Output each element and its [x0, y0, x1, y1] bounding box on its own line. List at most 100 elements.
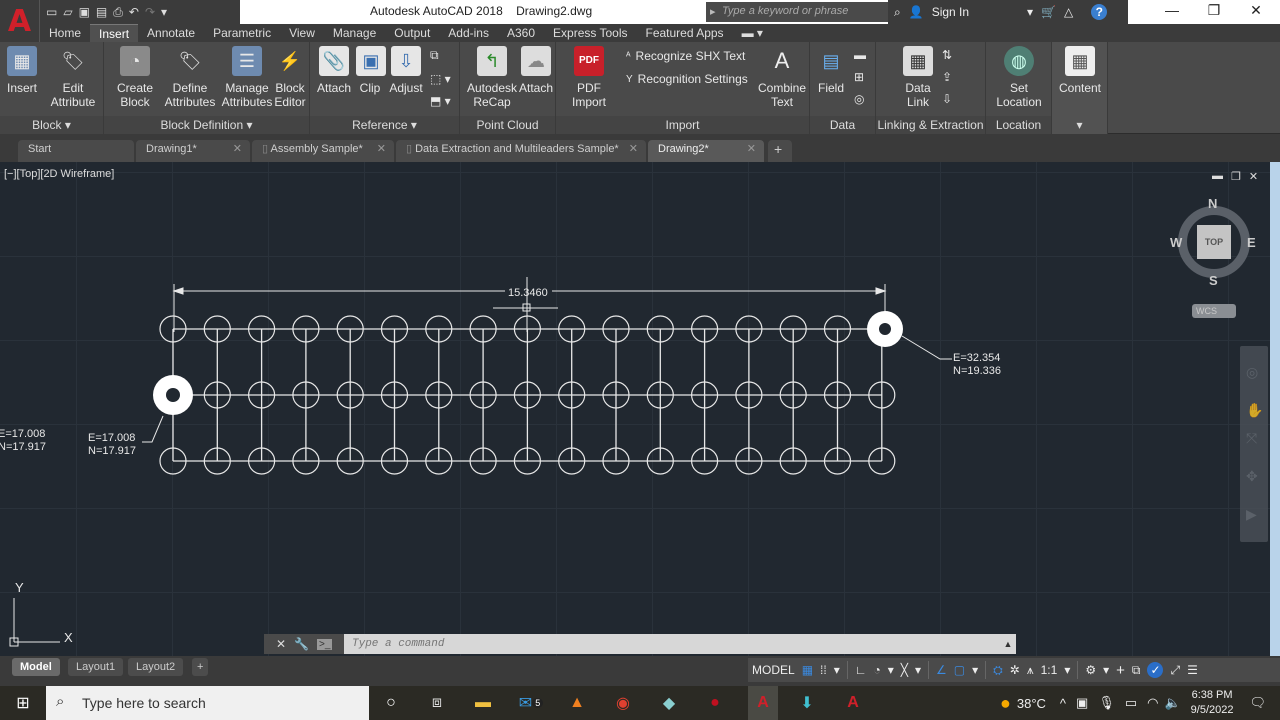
notifications-icon[interactable]: 🗨 [1249, 695, 1266, 711]
close-icon[interactable]: ✕ [276, 637, 286, 651]
zoom-extents-icon[interactable]: ⤧ [1246, 430, 1257, 447]
help-icon[interactable]: ? [1091, 4, 1108, 20]
add-layout-button[interactable]: + [192, 658, 209, 676]
a360-icon[interactable]: △ [1064, 5, 1073, 19]
panel-title-location[interactable]: Location [986, 116, 1051, 134]
minimize-viewport-icon[interactable]: ▬ [1212, 170, 1223, 183]
annotation-visibility-icon[interactable]: ⛭ [993, 663, 1003, 678]
model-space-button[interactable]: MODEL [752, 663, 795, 677]
windows-start-icon[interactable]: ⊞ [12, 693, 34, 713]
isolate-objects-icon[interactable]: ⧉ [1132, 663, 1141, 678]
content-button[interactable]: ▦ Content [1056, 46, 1104, 95]
autocad-launcher-icon[interactable]: A [842, 693, 864, 713]
file-tab-assembly-sample[interactable]: ▯ Assembly Sample* ✕ [252, 140, 394, 162]
cart-icon[interactable]: 🛒 [1041, 5, 1056, 19]
steering-wheel-icon[interactable]: ◎ [1246, 364, 1258, 381]
snap-to-underlays-button[interactable]: ⬒ ▾ [430, 94, 451, 108]
file-explorer-icon[interactable]: ▬ [472, 693, 494, 713]
customization-menu-icon[interactable]: ☰ [1187, 663, 1198, 677]
update-fields-button[interactable]: ▬ [854, 48, 866, 62]
compass-north[interactable]: N [1208, 196, 1217, 211]
field-button[interactable]: ▤ Field [814, 46, 848, 95]
close-tab-icon[interactable]: ✕ [747, 140, 756, 158]
file-tab-data-extraction[interactable]: ▯ Data Extraction and Multileaders Sampl… [396, 140, 646, 162]
tab-parametric[interactable]: Parametric [204, 24, 280, 42]
chevron-down-icon[interactable]: ▾ [915, 663, 921, 677]
snap-mode-icon[interactable]: ⁞⁞ [820, 663, 827, 677]
restore-viewport-icon[interactable]: ❐ [1231, 170, 1241, 183]
create-block-button[interactable]: ◔ Create Block [112, 46, 158, 109]
weather-temperature[interactable]: 38°C [1017, 696, 1046, 711]
recognize-shx-text-button[interactable]: ᴬ Recognize SHX Text [626, 49, 745, 63]
microphone-icon[interactable]: 🎙 [1098, 695, 1115, 711]
chrome-icon[interactable]: ◉ [612, 693, 634, 713]
autodesk-recap-button[interactable]: ↰ Autodesk ReCap [464, 46, 520, 109]
ole-object-button[interactable]: ⊞ [854, 70, 864, 84]
tab-annotate[interactable]: Annotate [138, 24, 204, 42]
panel-title-block[interactable]: Block ▾ [0, 116, 103, 134]
edit-attribute-button[interactable]: 🏷 Edit Attribute [44, 46, 102, 109]
weather-icon[interactable]: ● [1000, 693, 1011, 714]
layout-tab-layout1[interactable]: Layout1 [68, 658, 124, 676]
compass-west[interactable]: W [1170, 235, 1182, 250]
workspace-gear-icon[interactable]: ⚙ [1085, 663, 1096, 677]
close-viewport-icon[interactable]: ✕ [1249, 170, 1258, 183]
block-editor-button[interactable]: ⚡ Block Editor [272, 46, 308, 109]
close-tab-icon[interactable]: ✕ [629, 140, 638, 158]
define-attributes-button[interactable]: 🏷 Define Attributes [164, 46, 216, 109]
annotation-scale-icon[interactable]: ⩚ [1027, 663, 1034, 678]
panel-title-import[interactable]: Import [556, 116, 809, 134]
open-icon[interactable]: ▱ [63, 5, 72, 19]
binoculars-icon[interactable]: ⌕ [894, 5, 901, 20]
prompt-icon[interactable]: >_ [317, 638, 333, 650]
ribbon-display-toggle[interactable]: ▬ ▾ [733, 24, 772, 42]
pan-hand-icon[interactable]: ✋ [1246, 402, 1263, 419]
tab-home[interactable]: Home [40, 24, 90, 42]
panel-title-point-cloud[interactable]: Point Cloud [460, 116, 555, 134]
minimize-button[interactable]: — [1152, 2, 1192, 18]
user-icon[interactable]: 👤 [909, 5, 924, 19]
app-icon[interactable]: ◆ [658, 693, 680, 713]
drawing-viewport[interactable]: [−][Top][2D Wireframe] 15.3460 Y X E=32.… [0, 162, 1270, 656]
extract-data-button[interactable]: ⇅ [942, 48, 952, 62]
tab-insert[interactable]: Insert [90, 24, 139, 42]
panel-title-data[interactable]: Data [810, 116, 875, 134]
object-snap-tracking-icon[interactable]: ∠ [936, 663, 947, 677]
redo-icon[interactable]: ↷ [145, 5, 155, 19]
chevron-down-icon[interactable]: ▾ [1103, 663, 1109, 677]
wrench-icon[interactable]: 🔧 [294, 637, 309, 651]
underlay-layers-button[interactable]: ⧉ [430, 48, 439, 63]
sign-in-link[interactable]: Sign In [932, 5, 969, 19]
panel-title-reference[interactable]: Reference ▾ [310, 116, 459, 134]
viewcube[interactable]: TOP N S E W [1170, 196, 1256, 288]
panel-expand[interactable]: ▾ [1052, 116, 1107, 134]
help-search-input[interactable]: Type a keyword or phrase [706, 2, 888, 22]
customize-icon[interactable]: ▾ [161, 5, 167, 19]
insert-button[interactable]: ▦ Insert [4, 46, 40, 95]
autocad-taskbar-icon[interactable]: A [748, 686, 778, 720]
annotation-scale-value[interactable]: 1:1 [1041, 663, 1058, 677]
save-icon[interactable]: ▣ [79, 5, 90, 19]
combine-text-button[interactable]: A Combine Text [756, 46, 808, 110]
grid-display-icon[interactable]: ▦ [802, 663, 813, 677]
manage-attributes-button[interactable]: ☰ Manage Attributes [218, 46, 276, 109]
record-icon[interactable]: ● [704, 693, 726, 713]
panel-title-block-definition[interactable]: Block Definition ▾ [104, 116, 309, 134]
chevron-down-icon[interactable]: ▾ [834, 663, 840, 677]
adjust-button[interactable]: ⇩ Adjust [386, 46, 426, 95]
cortana-icon[interactable]: ○ [380, 693, 402, 713]
clean-screen-icon[interactable]: ⤢ [1170, 663, 1180, 678]
new-icon[interactable]: ▭ [46, 5, 57, 19]
panel-title-linking[interactable]: Linking & Extraction [876, 116, 985, 134]
command-input[interactable] [344, 634, 1000, 654]
installer-icon[interactable]: ⬇ [796, 693, 818, 713]
battery-icon[interactable]: ▭ [1125, 695, 1137, 711]
file-tab-drawing1[interactable]: Drawing1* ✕ [136, 140, 250, 162]
command-history-button[interactable]: ▲ [1000, 634, 1016, 654]
new-tab-button[interactable]: + [768, 140, 792, 162]
tab-featured-apps[interactable]: Featured Apps [637, 24, 733, 42]
clock[interactable]: 6:38 PM 9/5/2022 [1191, 688, 1234, 718]
mail-icon[interactable]: ✉ 5 [519, 693, 544, 713]
undo-icon[interactable]: ↶ [129, 5, 139, 19]
viewcube-face-top[interactable]: TOP [1197, 225, 1231, 259]
